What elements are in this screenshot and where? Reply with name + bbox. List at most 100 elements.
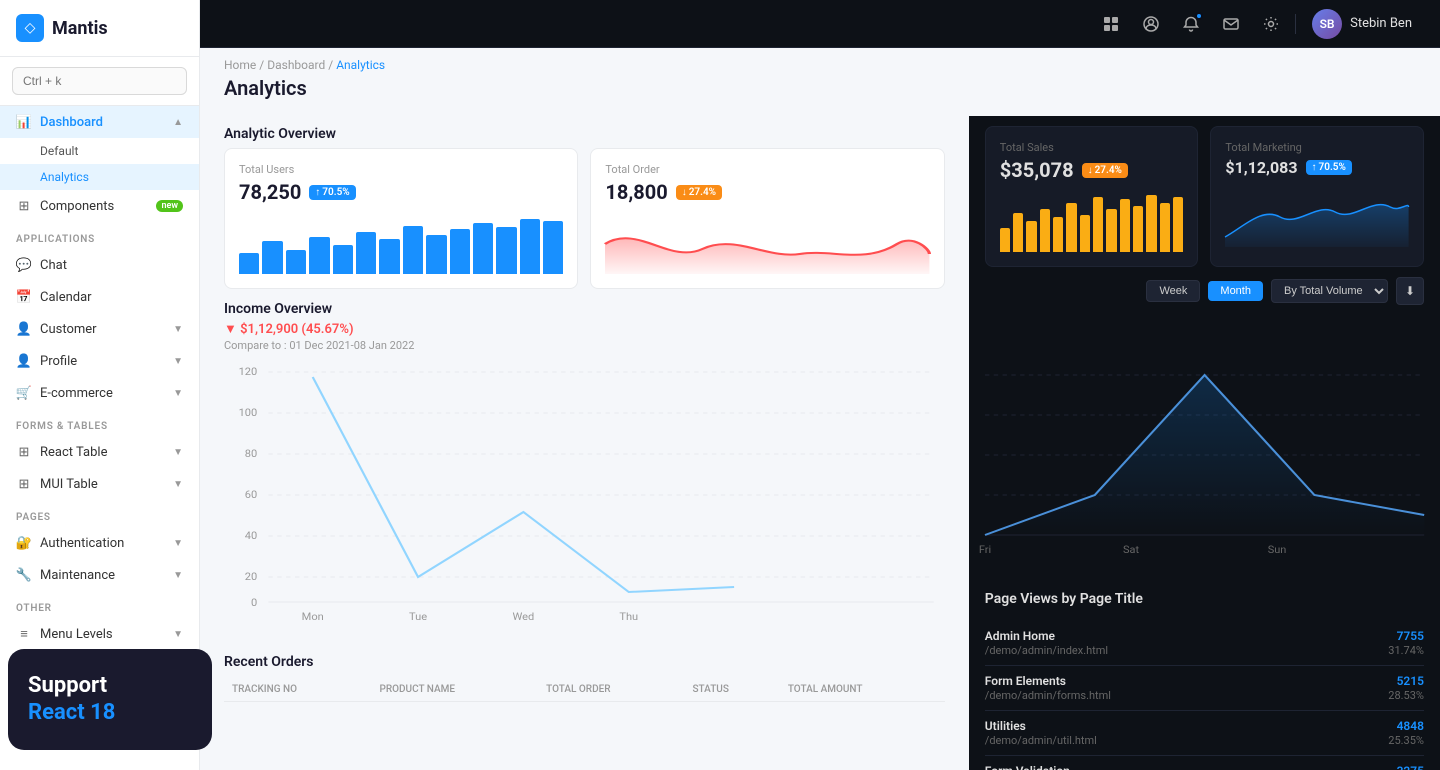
svg-text:80: 80: [245, 448, 258, 460]
pv-url-1: /demo/admin/forms.html: [985, 689, 1111, 702]
sidebar-item-react-table[interactable]: ⊞ React Table ▼: [0, 436, 199, 468]
btn-month[interactable]: Month: [1208, 281, 1263, 301]
sidebar-item-customer[interactable]: 👤 Customer ▼: [0, 313, 199, 345]
card-label-marketing: Total Marketing: [1225, 141, 1409, 154]
svg-text:Thu: Thu: [619, 611, 638, 623]
income-title: Income Overview: [224, 301, 414, 317]
chevron-down-icon-5: ▼: [173, 479, 183, 490]
user-menu[interactable]: SB Stebin Ben: [1304, 5, 1420, 43]
main-content: SB Stebin Ben Home / Dashboard / Analyti…: [200, 0, 1440, 770]
sidebar-item-mui-table[interactable]: ⊞ MUI Table ▼: [0, 468, 199, 500]
svg-text:Tue: Tue: [409, 611, 428, 623]
react-table-label: React Table: [40, 445, 107, 460]
col-status: STATUS: [684, 678, 779, 702]
bar: [450, 229, 470, 274]
chevron-down-icon-3: ▼: [173, 388, 183, 399]
bar: [543, 221, 563, 274]
svg-text:Sat: Sat: [1123, 543, 1140, 555]
income-overview: Income Overview ▼ $1,12,900 (45.67%) Com…: [200, 301, 969, 642]
sidebar-sub-default[interactable]: Default: [0, 138, 199, 164]
line-chart-container: 120 100 80 60 40 20 0 Mon Tue: [224, 362, 945, 642]
card-value-order: 18,800: [605, 180, 667, 204]
volume-select[interactable]: By Total Volume: [1271, 279, 1388, 303]
bar: [356, 232, 376, 274]
pv-pct-1: 28.53%: [1388, 689, 1424, 702]
svg-text:20: 20: [245, 571, 258, 583]
profile-label: Profile: [40, 354, 77, 369]
logo-icon: [16, 14, 44, 42]
recent-orders: Recent Orders TRACKING NO PRODUCT NAME T…: [200, 642, 969, 702]
app-name: Mantis: [52, 18, 108, 39]
sidebar-item-profile[interactable]: 👤 Profile ▼: [0, 345, 199, 377]
user-avatar: SB: [1312, 9, 1342, 39]
bar: [262, 241, 282, 274]
analytic-cards-dark: Total Sales $35,078 ↓ 27.4%: [969, 116, 1440, 277]
page-views-section: Page Views by Page Title Admin Home /dem…: [969, 575, 1440, 770]
bar: [333, 245, 353, 274]
calendar-icon: 📅: [16, 289, 32, 305]
chevron-down-icon-6: ▼: [173, 538, 183, 549]
menu-icon: ≡: [16, 626, 32, 642]
analytic-cards-light: Total Users 78,250 ↑ 70.5%: [200, 148, 969, 301]
orders-table: TRACKING NO PRODUCT NAME TOTAL ORDER STA…: [224, 678, 945, 702]
bar: [520, 219, 540, 274]
btn-week[interactable]: Week: [1146, 280, 1200, 302]
sidebar-item-maintenance[interactable]: 🔧 Maintenance ▼: [0, 559, 199, 591]
bar: [1026, 221, 1036, 252]
settings-icon-btn[interactable]: [1255, 8, 1287, 40]
bar: [1000, 228, 1010, 252]
support-subtitle: React 18: [28, 700, 192, 726]
card-badge-users: ↑ 70.5%: [309, 185, 355, 200]
col-total-order: TOTAL ORDER: [538, 678, 684, 702]
bar: [1080, 215, 1090, 252]
dark-chart-svg: Fri Sat Sun: [985, 315, 1424, 565]
pv-pct-0: 31.74%: [1388, 644, 1424, 657]
page-views-title: Page Views by Page Title: [985, 591, 1424, 607]
sidebar-sub-analytics[interactable]: Analytics: [0, 164, 199, 190]
svg-text:120: 120: [239, 366, 258, 378]
pv-count-1: 5215: [1388, 674, 1424, 688]
apps-icon-btn[interactable]: [1095, 8, 1127, 40]
income-compare: Compare to : 01 Dec 2021-08 Jan 2022: [224, 339, 414, 352]
sidebar-item-dashboard[interactable]: 📊 Dashboard ▲: [0, 106, 199, 138]
page-header: Home / Dashboard / Analytics Analytics: [200, 48, 1440, 116]
bar: [1160, 203, 1170, 252]
auth-label: Authentication: [40, 536, 124, 551]
recent-orders-title: Recent Orders: [224, 654, 945, 670]
customer-icon: 👤: [16, 321, 32, 337]
chat-icon: 💬: [16, 257, 32, 273]
bar: [1093, 197, 1103, 252]
card-value-row-users: 78,250 ↑ 70.5%: [239, 180, 563, 204]
sidebar-item-components[interactable]: ⊞ Components new: [0, 190, 199, 222]
sidebar-item-ecommerce[interactable]: 🛒 E-commerce ▼: [0, 377, 199, 409]
right-column: Total Sales $35,078 ↓ 27.4%: [969, 116, 1440, 770]
bar-chart-users: [239, 214, 563, 274]
auth-icon: 🔐: [16, 535, 32, 551]
card-total-order: Total Order 18,800 ↓ 27.4%: [590, 148, 944, 289]
ecommerce-label: E-commerce: [40, 386, 113, 401]
card-value-marketing: $1,12,083: [1225, 158, 1297, 177]
bar: [286, 250, 306, 274]
line-chart-svg: 120 100 80 60 40 20 0 Mon Tue: [224, 362, 945, 622]
support-popup[interactable]: Support React 18: [8, 649, 212, 750]
download-btn[interactable]: ⬇: [1396, 277, 1424, 305]
sidebar-item-calendar[interactable]: 📅 Calendar: [0, 281, 199, 313]
bar: [1146, 195, 1156, 252]
bar: [239, 253, 259, 274]
sidebar-item-menu-levels[interactable]: ≡ Menu Levels ▼: [0, 618, 199, 650]
bar: [309, 237, 329, 274]
svg-text:Sun: Sun: [1268, 543, 1287, 555]
section-other: Other: [0, 591, 199, 618]
search-input[interactable]: [12, 67, 187, 95]
bell-icon-btn[interactable]: [1175, 8, 1207, 40]
card-label-users: Total Users: [239, 163, 563, 176]
user-circle-icon-btn[interactable]: [1135, 8, 1167, 40]
sidebar-item-authentication[interactable]: 🔐 Authentication ▼: [0, 527, 199, 559]
col-product: PRODUCT NAME: [371, 678, 538, 702]
card-value-row-order: 18,800 ↓ 27.4%: [605, 180, 929, 204]
analytic-overview-header: Analytic Overview: [200, 116, 969, 148]
mail-icon-btn[interactable]: [1215, 8, 1247, 40]
card-total-users: Total Users 78,250 ↑ 70.5%: [224, 148, 578, 289]
logo-area[interactable]: Mantis: [0, 0, 199, 57]
sidebar-item-chat[interactable]: 💬 Chat: [0, 249, 199, 281]
